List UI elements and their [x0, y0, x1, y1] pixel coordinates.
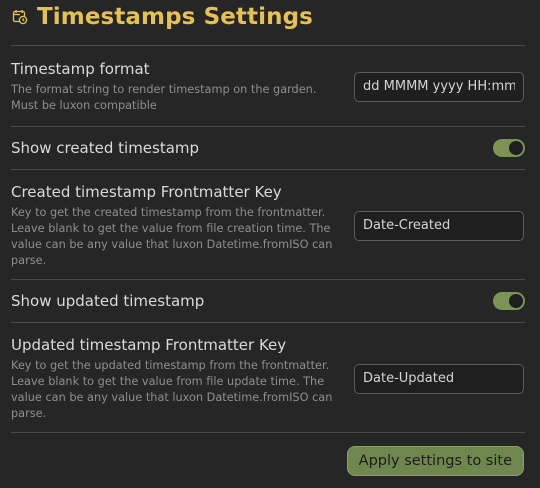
- timestamp-format-input[interactable]: [354, 71, 524, 102]
- settings-footer: Apply settings to site: [11, 446, 525, 476]
- setting-info: Updated timestamp Frontmatter Key Key to…: [11, 336, 341, 422]
- divider: [11, 432, 525, 433]
- created-key-input[interactable]: [354, 210, 524, 241]
- setting-info: Show created timestamp: [11, 139, 341, 158]
- show-updated-toggle[interactable]: [493, 292, 525, 310]
- toggle-knob: [509, 294, 523, 308]
- settings-panel: Timestamps Settings Timestamp format The…: [0, 0, 540, 488]
- setting-description: Key to get the created timestamp from th…: [11, 205, 333, 267]
- apply-settings-button[interactable]: Apply settings to site: [346, 446, 524, 476]
- setting-timestamp-format: Timestamp format The format string to re…: [11, 46, 525, 126]
- setting-name: Created timestamp Frontmatter Key: [11, 182, 282, 201]
- setting-show-updated: Show updated timestamp: [11, 280, 525, 322]
- toggle-knob: [509, 141, 523, 155]
- setting-description: The format string to render timestamp on…: [11, 82, 317, 112]
- page-title: Timestamps Settings: [37, 4, 313, 30]
- setting-created-key: Created timestamp Frontmatter Key Key to…: [11, 170, 525, 279]
- setting-name: Timestamp format: [11, 59, 150, 78]
- setting-show-created: Show created timestamp: [11, 127, 525, 169]
- setting-description: Key to get the updated timestamp from th…: [11, 358, 333, 420]
- setting-info: Timestamp format The format string to re…: [11, 60, 341, 114]
- setting-info: Show updated timestamp: [11, 292, 341, 311]
- settings-header: Timestamps Settings: [11, 0, 525, 34]
- setting-info: Created timestamp Frontmatter Key Key to…: [11, 183, 341, 269]
- setting-name: Show created timestamp: [11, 138, 200, 157]
- setting-name: Updated timestamp Frontmatter Key: [11, 335, 287, 354]
- setting-name: Show updated timestamp: [11, 291, 205, 310]
- setting-updated-key: Updated timestamp Frontmatter Key Key to…: [11, 323, 525, 432]
- show-created-toggle[interactable]: [493, 139, 525, 157]
- calendar-clock-icon: [12, 9, 28, 25]
- updated-key-input[interactable]: [354, 363, 524, 394]
